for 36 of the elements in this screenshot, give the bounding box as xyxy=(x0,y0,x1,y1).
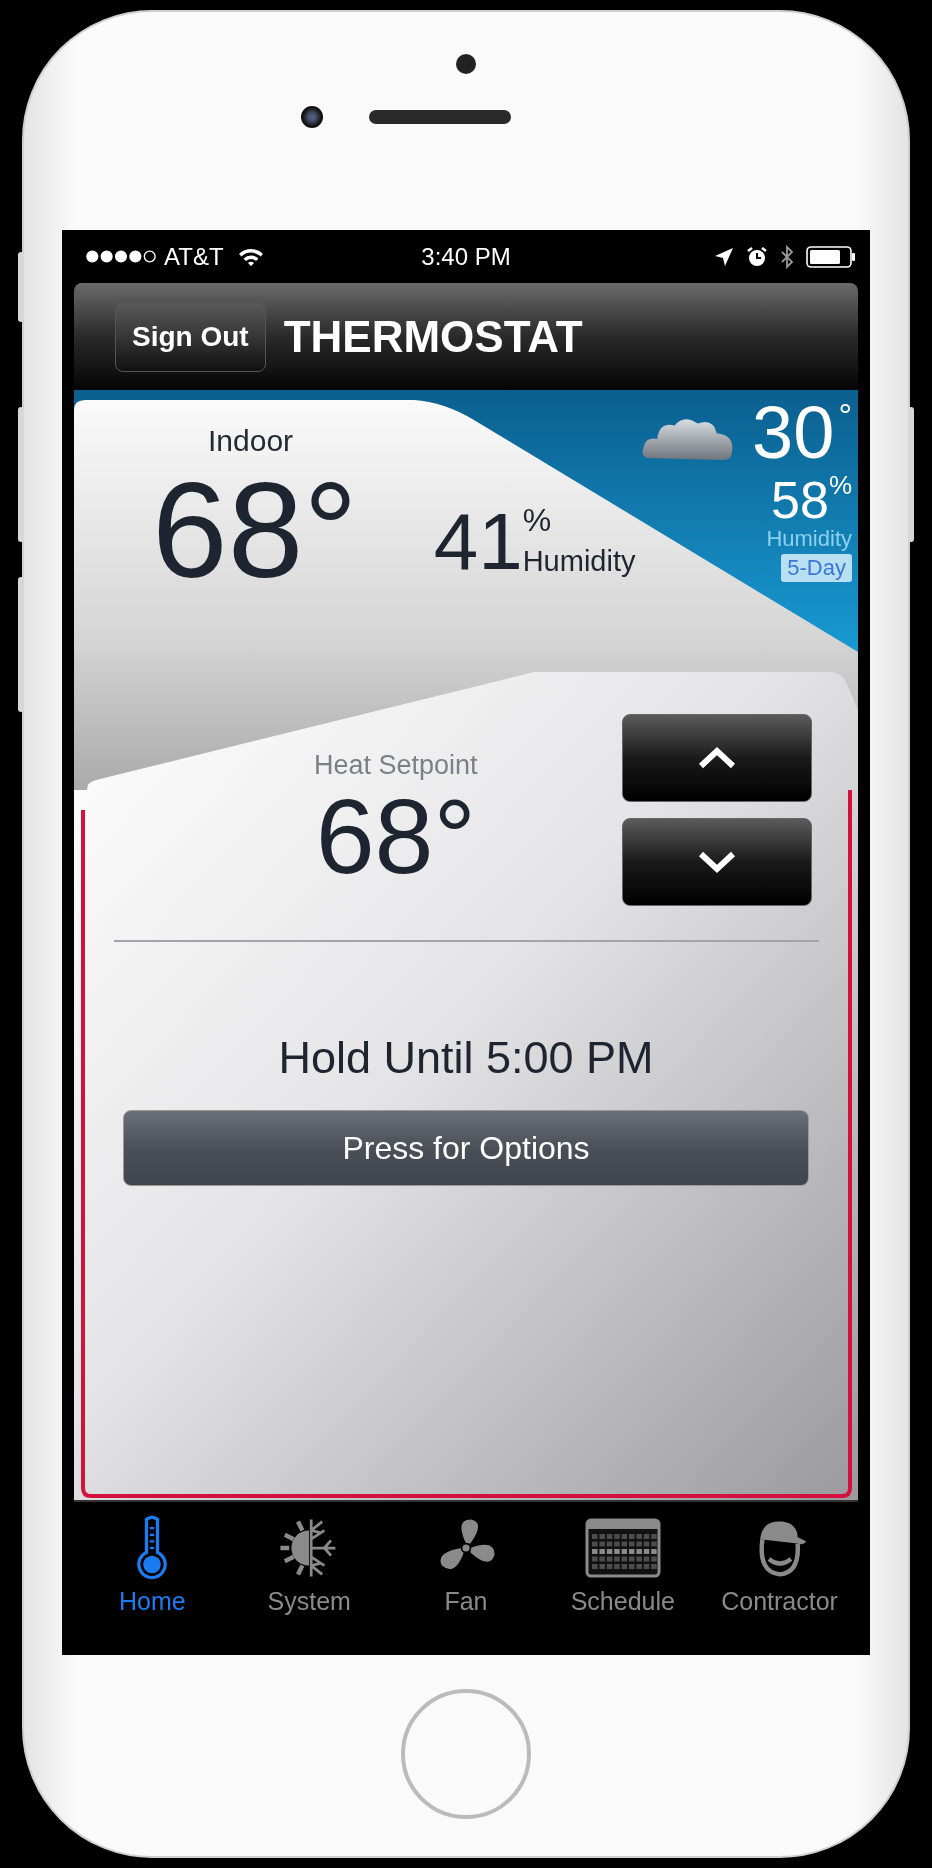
chevron-up-icon xyxy=(697,746,737,770)
outdoor-temperature: 30 xyxy=(752,396,835,470)
setpoint-value: 68° xyxy=(315,781,476,893)
signal-icon xyxy=(86,250,156,263)
percent-sign: % xyxy=(828,470,852,501)
indoor-label: Indoor xyxy=(208,424,295,458)
bluetooth-icon xyxy=(780,244,794,269)
decrease-button[interactable] xyxy=(622,818,812,906)
degree-sign: ° xyxy=(838,396,852,435)
tab-item[interactable]: Home xyxy=(74,1502,231,1624)
alarm-clock-icon xyxy=(746,245,768,268)
app-title: THERMOSTAT xyxy=(283,311,583,362)
setpoint-label: Heat Setpoint xyxy=(314,750,478,781)
camera-lens xyxy=(301,106,323,128)
increase-button[interactable] xyxy=(622,714,812,802)
wifi-icon xyxy=(237,246,264,267)
forecast-button[interactable]: 5-Day xyxy=(781,554,852,582)
chevron-down-icon xyxy=(697,850,737,874)
tab-item[interactable]: System xyxy=(230,1502,388,1624)
carrier-name: AT&T xyxy=(164,242,224,271)
humidity-label: Humidity xyxy=(522,545,636,578)
indoor-humidity: 41 xyxy=(433,502,523,582)
status-time: 3:40 PM xyxy=(421,242,511,271)
sign-out-button[interactable]: Sign Out xyxy=(115,301,266,372)
battery-icon xyxy=(806,245,856,268)
tab-item[interactable]: Contractor xyxy=(701,1502,858,1624)
location-arrow-icon xyxy=(714,246,734,267)
hold-status: Hold Until 5:00 PM xyxy=(278,1032,654,1084)
outdoor-humidity-label: Humidity xyxy=(766,526,852,552)
sensor-dot xyxy=(456,54,476,74)
percent-sign: % xyxy=(522,502,553,539)
indoor-temperature: 68° xyxy=(152,462,358,598)
options-button[interactable]: Press for Options xyxy=(123,1110,809,1186)
tab-item[interactable]: Fan xyxy=(387,1502,545,1624)
outdoor-humidity: 58 xyxy=(771,474,829,526)
tab-item[interactable]: Schedule xyxy=(544,1502,702,1624)
